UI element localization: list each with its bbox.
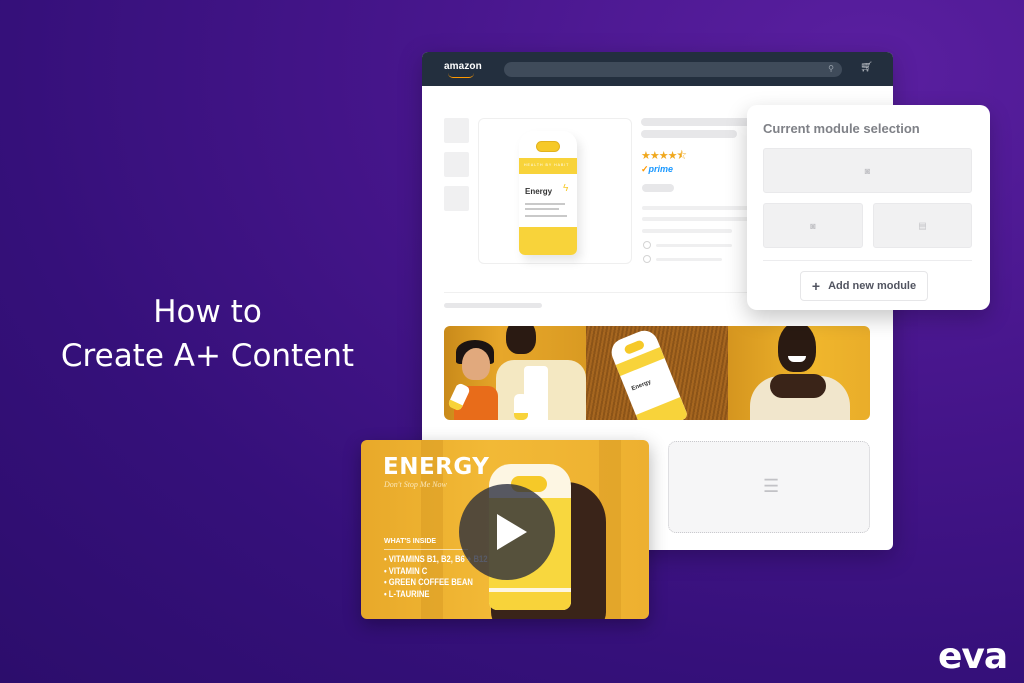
bottle-bottom-band: [519, 227, 577, 255]
lifestyle-image-1: [444, 326, 586, 420]
play-icon: [497, 514, 527, 550]
add-new-module-button[interactable]: + Add new module: [800, 271, 928, 301]
whats-inside-title: WHAT'S INSIDE: [384, 538, 437, 545]
module-slot[interactable]: ▤: [873, 203, 972, 248]
module-slot[interactable]: ◙: [763, 148, 972, 193]
headline-line-1: How to: [153, 294, 262, 330]
video-tagline: Don't Stop Me Now: [384, 480, 447, 489]
lightning-icon: ϟ: [563, 183, 569, 194]
search-icon[interactable]: ⚲: [828, 64, 834, 73]
headline-line-2: Create A+ Content: [60, 338, 355, 374]
amazon-logo-text: amazon: [444, 61, 482, 72]
play-button[interactable]: [459, 484, 555, 580]
module-selection-panel: Current module selection ◙ ◙ ▤ + Add new…: [747, 105, 990, 310]
bottle-band: [615, 346, 665, 377]
text-placeholder: [642, 206, 752, 210]
person-hands: [770, 374, 826, 398]
headline: How to Create A+ Content: [30, 290, 385, 378]
bottle-bottom-band: [635, 397, 689, 420]
prime-check-icon: ✓: [641, 164, 649, 174]
person: [462, 348, 490, 380]
prime-badge: ✓prime: [641, 164, 673, 175]
bottle-band: HEALTH BY HABIT: [519, 158, 577, 174]
option-label-placeholder: [656, 244, 732, 247]
image-icon: ◙: [864, 165, 871, 176]
product-bottle: Energy: [607, 326, 689, 420]
bottle-label: Energy: [525, 187, 553, 196]
panel-divider: [763, 260, 972, 261]
person: [506, 326, 536, 354]
product-thumbnail[interactable]: [444, 186, 469, 211]
lifestyle-image-strip[interactable]: Energy: [444, 326, 870, 420]
bottle-cap: [536, 141, 560, 152]
amazon-smile-icon: [448, 73, 474, 78]
image-icon: ◙: [810, 220, 816, 231]
ingredient-item: • L-TAURINE: [384, 588, 430, 599]
product-main-image[interactable]: HEALTH BY HABIT Energy ϟ: [478, 118, 632, 264]
option-label-placeholder: [656, 258, 722, 261]
panel-title: Current module selection: [763, 121, 920, 136]
search-input[interactable]: ⚲: [504, 62, 842, 77]
bottle-cap: [623, 339, 646, 356]
section-heading-placeholder: [444, 303, 542, 308]
plus-icon: +: [811, 278, 821, 294]
person: [778, 326, 816, 372]
whats-inside-divider: [384, 549, 468, 550]
product-thumbnail[interactable]: [444, 118, 469, 143]
title-placeholder: [641, 118, 751, 126]
bottle-label: Energy: [630, 379, 653, 393]
lifestyle-image-3: [728, 326, 870, 420]
ingredient-item: • VITAMIN C: [384, 565, 428, 576]
product-bottle: [514, 394, 528, 420]
amazon-navbar: amazon ⚲ 🛒︎: [422, 52, 893, 86]
eva-logo: eva: [938, 636, 1008, 677]
amazon-logo[interactable]: amazon: [444, 61, 482, 78]
cart-icon[interactable]: 🛒︎: [860, 62, 873, 73]
price-placeholder: [642, 184, 674, 192]
bottle-text-line: [525, 203, 565, 205]
video-module[interactable]: ENERGY Don't Stop Me Now WHAT'S INSIDE •…: [361, 440, 649, 619]
lifestyle-image-2: Energy: [586, 326, 728, 420]
module-slot[interactable]: ◙: [763, 203, 863, 248]
text-placeholder: [642, 229, 732, 233]
bottle-text-line: [525, 208, 559, 210]
prime-label: prime: [648, 164, 674, 174]
add-new-module-label: Add new module: [828, 280, 917, 292]
bottle-brand-text: HEALTH BY HABIT: [524, 163, 570, 167]
product-bottle-image: HEALTH BY HABIT Energy ϟ: [519, 131, 577, 255]
text-placeholder: [642, 217, 752, 221]
ingredient-item: • GREEN COFFEE BEAN: [384, 577, 473, 587]
playlist-add-icon: ☰: [763, 476, 780, 496]
title-placeholder: [641, 130, 737, 138]
bottle-text-line: [525, 215, 567, 217]
option-radio[interactable]: [643, 241, 651, 249]
video-heading: ENERGY: [383, 454, 490, 480]
text-image-icon: ▤: [918, 220, 927, 230]
product-thumbnail[interactable]: [444, 152, 469, 177]
option-radio[interactable]: [643, 255, 651, 263]
empty-module-dropzone[interactable]: ☰: [668, 441, 870, 533]
